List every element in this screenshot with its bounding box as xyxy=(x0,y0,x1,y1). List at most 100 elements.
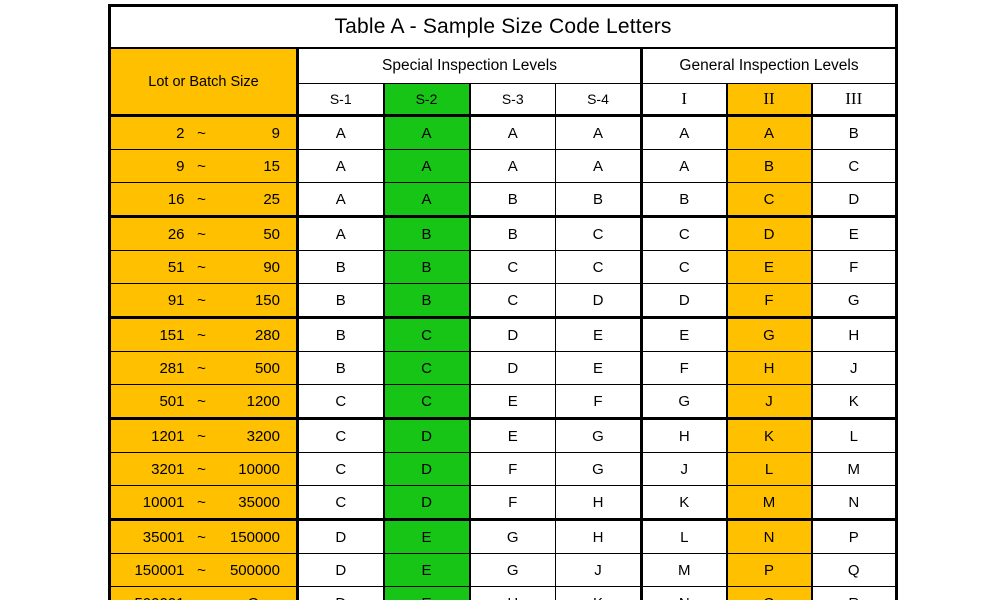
column-header-s3[interactable]: S-3 xyxy=(469,83,556,117)
lot-size-low: 16 xyxy=(167,190,185,208)
table-row: 281 ~500 B C D E F H J xyxy=(108,351,899,385)
code-letter-cell-s3: G xyxy=(469,553,556,587)
lot-size-high: 3200 xyxy=(246,427,280,445)
range-separator: ~ xyxy=(197,359,206,377)
code-letter-cell-iii: P xyxy=(810,519,899,554)
range-separator: ~ xyxy=(197,326,206,344)
code-letter-cell-s4: K xyxy=(555,586,643,600)
code-letter-cell-s1: B xyxy=(297,351,384,385)
lot-size-low: 51 xyxy=(167,258,185,276)
column-header-level-ii[interactable]: II xyxy=(725,83,813,117)
lot-size-high: 10000 xyxy=(238,460,280,478)
lot-size-low: 3201 xyxy=(151,460,185,478)
code-letter-cell-s1: C xyxy=(297,452,384,486)
table-row: 1201 ~3200 C D E G H K L xyxy=(108,418,899,453)
code-letter-cell-s2: C xyxy=(382,384,471,420)
code-letter-cell-ii: H xyxy=(725,351,813,385)
code-letter-cell-s2: A xyxy=(382,115,471,150)
code-letter-cell-s3: D xyxy=(469,351,556,385)
lot-size-low: 281 xyxy=(159,359,185,377)
code-letter-cell-s4: G xyxy=(555,418,643,453)
code-letter-cell-s1: C xyxy=(297,384,384,420)
code-letter-cell-s4: B xyxy=(555,182,643,218)
code-letter-cell-iii: R xyxy=(810,586,899,600)
range-separator: ~ xyxy=(197,528,206,546)
lot-size-low: 9 xyxy=(176,157,185,175)
lot-size-high: 35000 xyxy=(238,493,280,511)
sheet-canvas: Table A - Sample Size Code Letters Lot o… xyxy=(0,0,1000,600)
code-letter-cell-s2: B xyxy=(382,250,471,284)
range-separator: ~ xyxy=(197,225,206,243)
code-letter-cell-s1: B xyxy=(297,283,384,319)
code-letter-cell-iii: E xyxy=(810,216,899,251)
code-letter-cell-ii: C xyxy=(725,182,813,218)
code-letter-cell-iii: H xyxy=(810,317,899,352)
column-header-s1[interactable]: S-1 xyxy=(297,83,384,117)
code-letter-cell-s1: B xyxy=(297,250,384,284)
range-separator: ~ xyxy=(197,258,206,276)
code-letter-cell-s2: D xyxy=(382,485,471,521)
sample-size-code-letters-table: Table A - Sample Size Code Letters Lot o… xyxy=(107,4,899,600)
general-inspection-levels-header: General Inspection Levels xyxy=(640,47,899,84)
code-letter-cell-iii: D xyxy=(810,182,899,218)
code-letter-cell-s3: A xyxy=(469,115,556,150)
table-body: 2 ~9 A A A A A A B 9 ~15 A A A A A B C 16 ~25 A A B B B C D 26 ~50 A B… xyxy=(108,115,899,600)
lot-size-cell: 151 ~280 xyxy=(108,317,299,352)
code-letter-cell-s2: B xyxy=(382,216,471,251)
code-letter-cell-s4: E xyxy=(555,351,643,385)
code-letter-cell-s2: C xyxy=(382,317,471,352)
code-letter-cell-i: A xyxy=(641,115,727,150)
range-separator: ~ xyxy=(197,493,206,511)
column-header-level-iii[interactable]: III xyxy=(810,83,899,117)
lot-or-batch-size-header: Lot or Batch Size xyxy=(108,47,299,117)
code-letter-cell-i: F xyxy=(641,351,727,385)
code-letter-cell-i: A xyxy=(641,149,727,183)
lot-size-high: 150 xyxy=(254,291,280,309)
code-letter-cell-s3: F xyxy=(469,452,556,486)
code-letter-cell-i: K xyxy=(641,485,727,521)
code-letter-cell-ii: P xyxy=(725,553,813,587)
code-letter-cell-s2: B xyxy=(382,283,471,319)
code-letter-cell-s1: A xyxy=(297,182,384,218)
code-letter-cell-s2: A xyxy=(382,182,471,218)
lot-size-cell: 35001 ~150000 xyxy=(108,519,299,554)
column-header-s2[interactable]: S-2 xyxy=(382,83,471,117)
code-letter-cell-s1: A xyxy=(297,149,384,183)
code-letter-cell-ii: M xyxy=(725,485,813,521)
lot-size-low: 2 xyxy=(176,124,185,142)
lot-size-cell: 2 ~9 xyxy=(108,115,299,150)
code-letter-cell-s4: D xyxy=(555,283,643,319)
code-letter-cell-s1: C xyxy=(297,418,384,453)
code-letter-cell-s3: H xyxy=(469,586,556,600)
group-header-row: Lot or Batch Size Special Inspection Lev… xyxy=(108,47,899,117)
range-separator: ~ xyxy=(197,460,206,478)
special-inspection-levels-header: Special Inspection Levels xyxy=(297,47,643,84)
code-letter-cell-s3: B xyxy=(469,182,556,218)
column-header-level-i[interactable]: I xyxy=(641,83,727,117)
table-row: 35001 ~150000 D E G H L N P xyxy=(108,519,899,554)
column-header-s4[interactable]: S-4 xyxy=(555,83,643,117)
code-letter-cell-i: H xyxy=(641,418,727,453)
lot-size-cell: 3201 ~10000 xyxy=(108,452,299,486)
code-letter-cell-iii: M xyxy=(810,452,899,486)
lot-size-cell: 1201 ~3200 xyxy=(108,418,299,453)
range-separator: ~ xyxy=(197,190,206,208)
code-letter-cell-s3: E xyxy=(469,418,556,453)
code-letter-cell-s3: E xyxy=(469,384,556,420)
code-letter-cell-ii: D xyxy=(725,216,813,251)
code-letter-cell-s4: F xyxy=(555,384,643,420)
range-separator: ~ xyxy=(197,157,206,175)
lot-size-cell: 9 ~15 xyxy=(108,149,299,183)
code-letter-cell-i: D xyxy=(641,283,727,319)
code-letter-cell-iii: Q xyxy=(810,553,899,587)
lot-size-cell: 501 ~1200 xyxy=(108,384,299,420)
code-letter-cell-s3: F xyxy=(469,485,556,521)
lot-size-cell: 51 ~90 xyxy=(108,250,299,284)
code-letter-cell-s4: H xyxy=(555,519,643,554)
code-letter-cell-s1: D xyxy=(297,553,384,587)
lot-size-cell: 10001 ~35000 xyxy=(108,485,299,521)
code-letter-cell-s1: A xyxy=(297,216,384,251)
code-letter-cell-s1: C xyxy=(297,485,384,521)
code-letter-cell-i: C xyxy=(641,250,727,284)
code-letter-cell-ii: E xyxy=(725,250,813,284)
